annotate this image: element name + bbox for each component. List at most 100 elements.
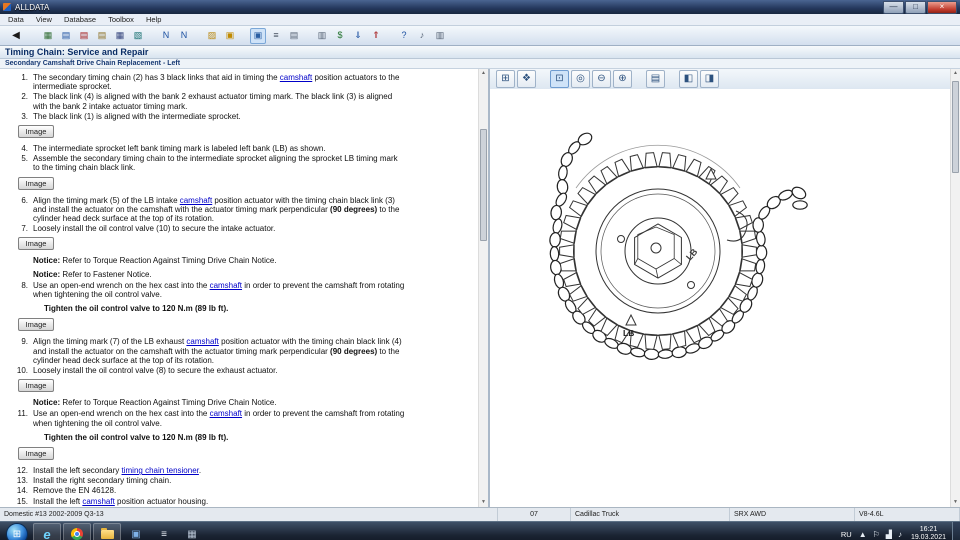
scroll-down-arrow[interactable]: ▼	[479, 498, 488, 507]
zoom-out-icon[interactable]: ⊖	[592, 70, 611, 88]
doc-link[interactable]: camshaft	[210, 409, 242, 418]
scrollbar-thumb[interactable]	[480, 129, 487, 241]
step-item: 9.Align the timing mark (7) of the LB ex…	[2, 337, 477, 365]
menu-database[interactable]: Database	[58, 14, 102, 25]
doc-link[interactable]: camshaft	[186, 337, 218, 346]
repair-book-icon[interactable]: ▤	[76, 28, 92, 44]
pan-icon[interactable]: ❖	[517, 70, 536, 88]
breadcrumb: Secondary Camshaft Drive Chain Replaceme…	[0, 59, 960, 69]
network-icon[interactable]: ▟	[886, 530, 892, 539]
step-text: Install the left camshaft position actua…	[33, 497, 405, 506]
doc-link[interactable]: camshaft	[280, 73, 312, 82]
window-controls: — □ ×	[882, 1, 957, 14]
folder-shape	[101, 530, 114, 539]
notepad-icon[interactable]: ≡	[151, 524, 177, 540]
chrome-icon[interactable]	[63, 523, 91, 540]
download-icon[interactable]: ⇓	[350, 28, 366, 44]
diagram-area[interactable]: LB LB	[490, 89, 951, 507]
next-image-icon[interactable]: ◨	[700, 70, 719, 88]
photo-viewer-icon[interactable]: ▣	[123, 524, 149, 540]
step-text: The secondary timing chain (2) has 3 bla…	[33, 73, 405, 91]
step-item: 3.The black link (1) is aligned with the…	[2, 112, 477, 121]
internet-explorer-icon[interactable]: e	[33, 523, 61, 540]
text-run: Remove the EN 46128.	[33, 486, 116, 495]
scroll-up-arrow[interactable]: ▲	[951, 69, 960, 78]
doc-content[interactable]: 1.The secondary timing chain (2) has 3 b…	[0, 69, 479, 507]
tools-icon[interactable]: ▧	[130, 28, 146, 44]
close-button[interactable]: ×	[927, 1, 957, 14]
zoom-dynamic-icon[interactable]: ◎	[571, 70, 590, 88]
taskbar-clock[interactable]: 16:21 19.03.2021	[911, 526, 946, 540]
taskbar: ⊞ e ▣≡ ▦ RU ▲ ⚐ ▟ ♪ 16:21 19.03.2021	[0, 521, 960, 540]
car-data-icon[interactable]: ▣	[222, 28, 238, 44]
image-button[interactable]: Image	[18, 379, 54, 392]
language-indicator[interactable]: RU	[841, 530, 852, 539]
text-run: Loosely install the oil control valve (1…	[33, 224, 275, 233]
text-run: Align the timing mark (5) of the LB inta…	[33, 196, 180, 205]
calculator-icon[interactable]: ▦	[179, 524, 205, 540]
action-center-icon[interactable]: ⚐	[873, 530, 880, 539]
diagram-image[interactable]: LB LB	[490, 89, 950, 507]
new-order-icon[interactable]: N	[176, 28, 192, 44]
vehicle-book-icon[interactable]: ▤	[58, 28, 74, 44]
diagram-scrollbar[interactable]: ▲ ▼	[950, 69, 960, 507]
list-view-icon[interactable]: ▤	[286, 28, 302, 44]
minimize-button[interactable]: —	[883, 1, 904, 14]
explorer-icon[interactable]	[93, 523, 121, 540]
chain-link	[630, 347, 646, 358]
library-icon[interactable]: ▦	[112, 28, 128, 44]
text-run: Loosely install the oil control valve (8…	[33, 366, 278, 375]
printer-icon[interactable]: ▥	[432, 28, 448, 44]
back-icon[interactable]: ◀	[4, 28, 28, 44]
volume-icon[interactable]: ♪	[898, 530, 902, 539]
maximize-button[interactable]: □	[905, 1, 926, 14]
image-button[interactable]: Image	[18, 177, 54, 190]
zoom-window-icon[interactable]: ⊞	[496, 70, 515, 88]
start-button[interactable]: ⊞	[6, 523, 28, 540]
text-run: Assemble the secondary timing chain to t…	[33, 154, 398, 172]
text-view-icon[interactable]: ≡	[268, 28, 284, 44]
menu-help[interactable]: Help	[140, 14, 167, 25]
ie-letter: e	[43, 527, 50, 540]
print-preview-icon[interactable]: ▥	[314, 28, 330, 44]
doc-link[interactable]: camshaft	[82, 497, 114, 506]
previous-image-icon[interactable]: ◧	[679, 70, 698, 88]
scroll-down-arrow[interactable]: ▼	[951, 498, 960, 507]
marquee-zoom-icon[interactable]: ⊡	[550, 70, 569, 88]
scrollbar-thumb[interactable]	[952, 81, 959, 173]
doc-link[interactable]: camshaft	[180, 196, 212, 205]
hidden-icons-icon[interactable]: ▲	[859, 530, 867, 539]
text-run: The black link (4) is aligned with the b…	[33, 92, 392, 110]
document-icon[interactable]: ▤	[94, 28, 110, 44]
image-button[interactable]: Image	[18, 125, 54, 138]
scroll-up-arrow[interactable]: ▲	[479, 69, 488, 78]
image-button[interactable]: Image	[18, 447, 54, 460]
image-button[interactable]: Image	[18, 318, 54, 331]
quote-icon[interactable]: $	[332, 28, 348, 44]
notice-text: Notice: Refer to Torque Reaction Against…	[33, 256, 405, 265]
doc-link[interactable]: camshaft	[210, 281, 242, 290]
doc-link[interactable]: timing chain tensioner	[122, 466, 199, 475]
show-desktop-button[interactable]	[952, 522, 960, 540]
step-number: 13.	[2, 476, 33, 485]
step-number: 1.	[2, 73, 33, 91]
app-glyph: ▦	[187, 529, 196, 540]
print-icon[interactable]: ▤	[646, 70, 665, 88]
text-run: (90 degrees)	[330, 347, 377, 356]
menu-toolbox[interactable]: Toolbox	[102, 14, 140, 25]
image-button[interactable]: Image	[18, 237, 54, 250]
article-view-icon[interactable]: ▣	[250, 28, 266, 44]
article-scrollbar[interactable]: ▲ ▼	[478, 69, 488, 507]
upload-icon[interactable]: ⇑	[368, 28, 384, 44]
notice-text: Notice: Refer to Fastener Notice.	[33, 270, 405, 279]
zoom-in-icon[interactable]: ⊕	[613, 70, 632, 88]
audio-icon[interactable]: ♪	[414, 28, 430, 44]
highlight-icon[interactable]: ▨	[204, 28, 220, 44]
menu-data[interactable]: Data	[2, 14, 30, 25]
notice-label: Notice:	[33, 398, 60, 407]
menu-view[interactable]: View	[30, 14, 58, 25]
help-icon[interactable]: ?	[396, 28, 412, 44]
shop-icon[interactable]: ▦	[40, 28, 56, 44]
new-vehicle-icon[interactable]: N	[158, 28, 174, 44]
alldata-window: ALLDATA — □ × Data View Database Toolbox…	[0, 0, 960, 540]
